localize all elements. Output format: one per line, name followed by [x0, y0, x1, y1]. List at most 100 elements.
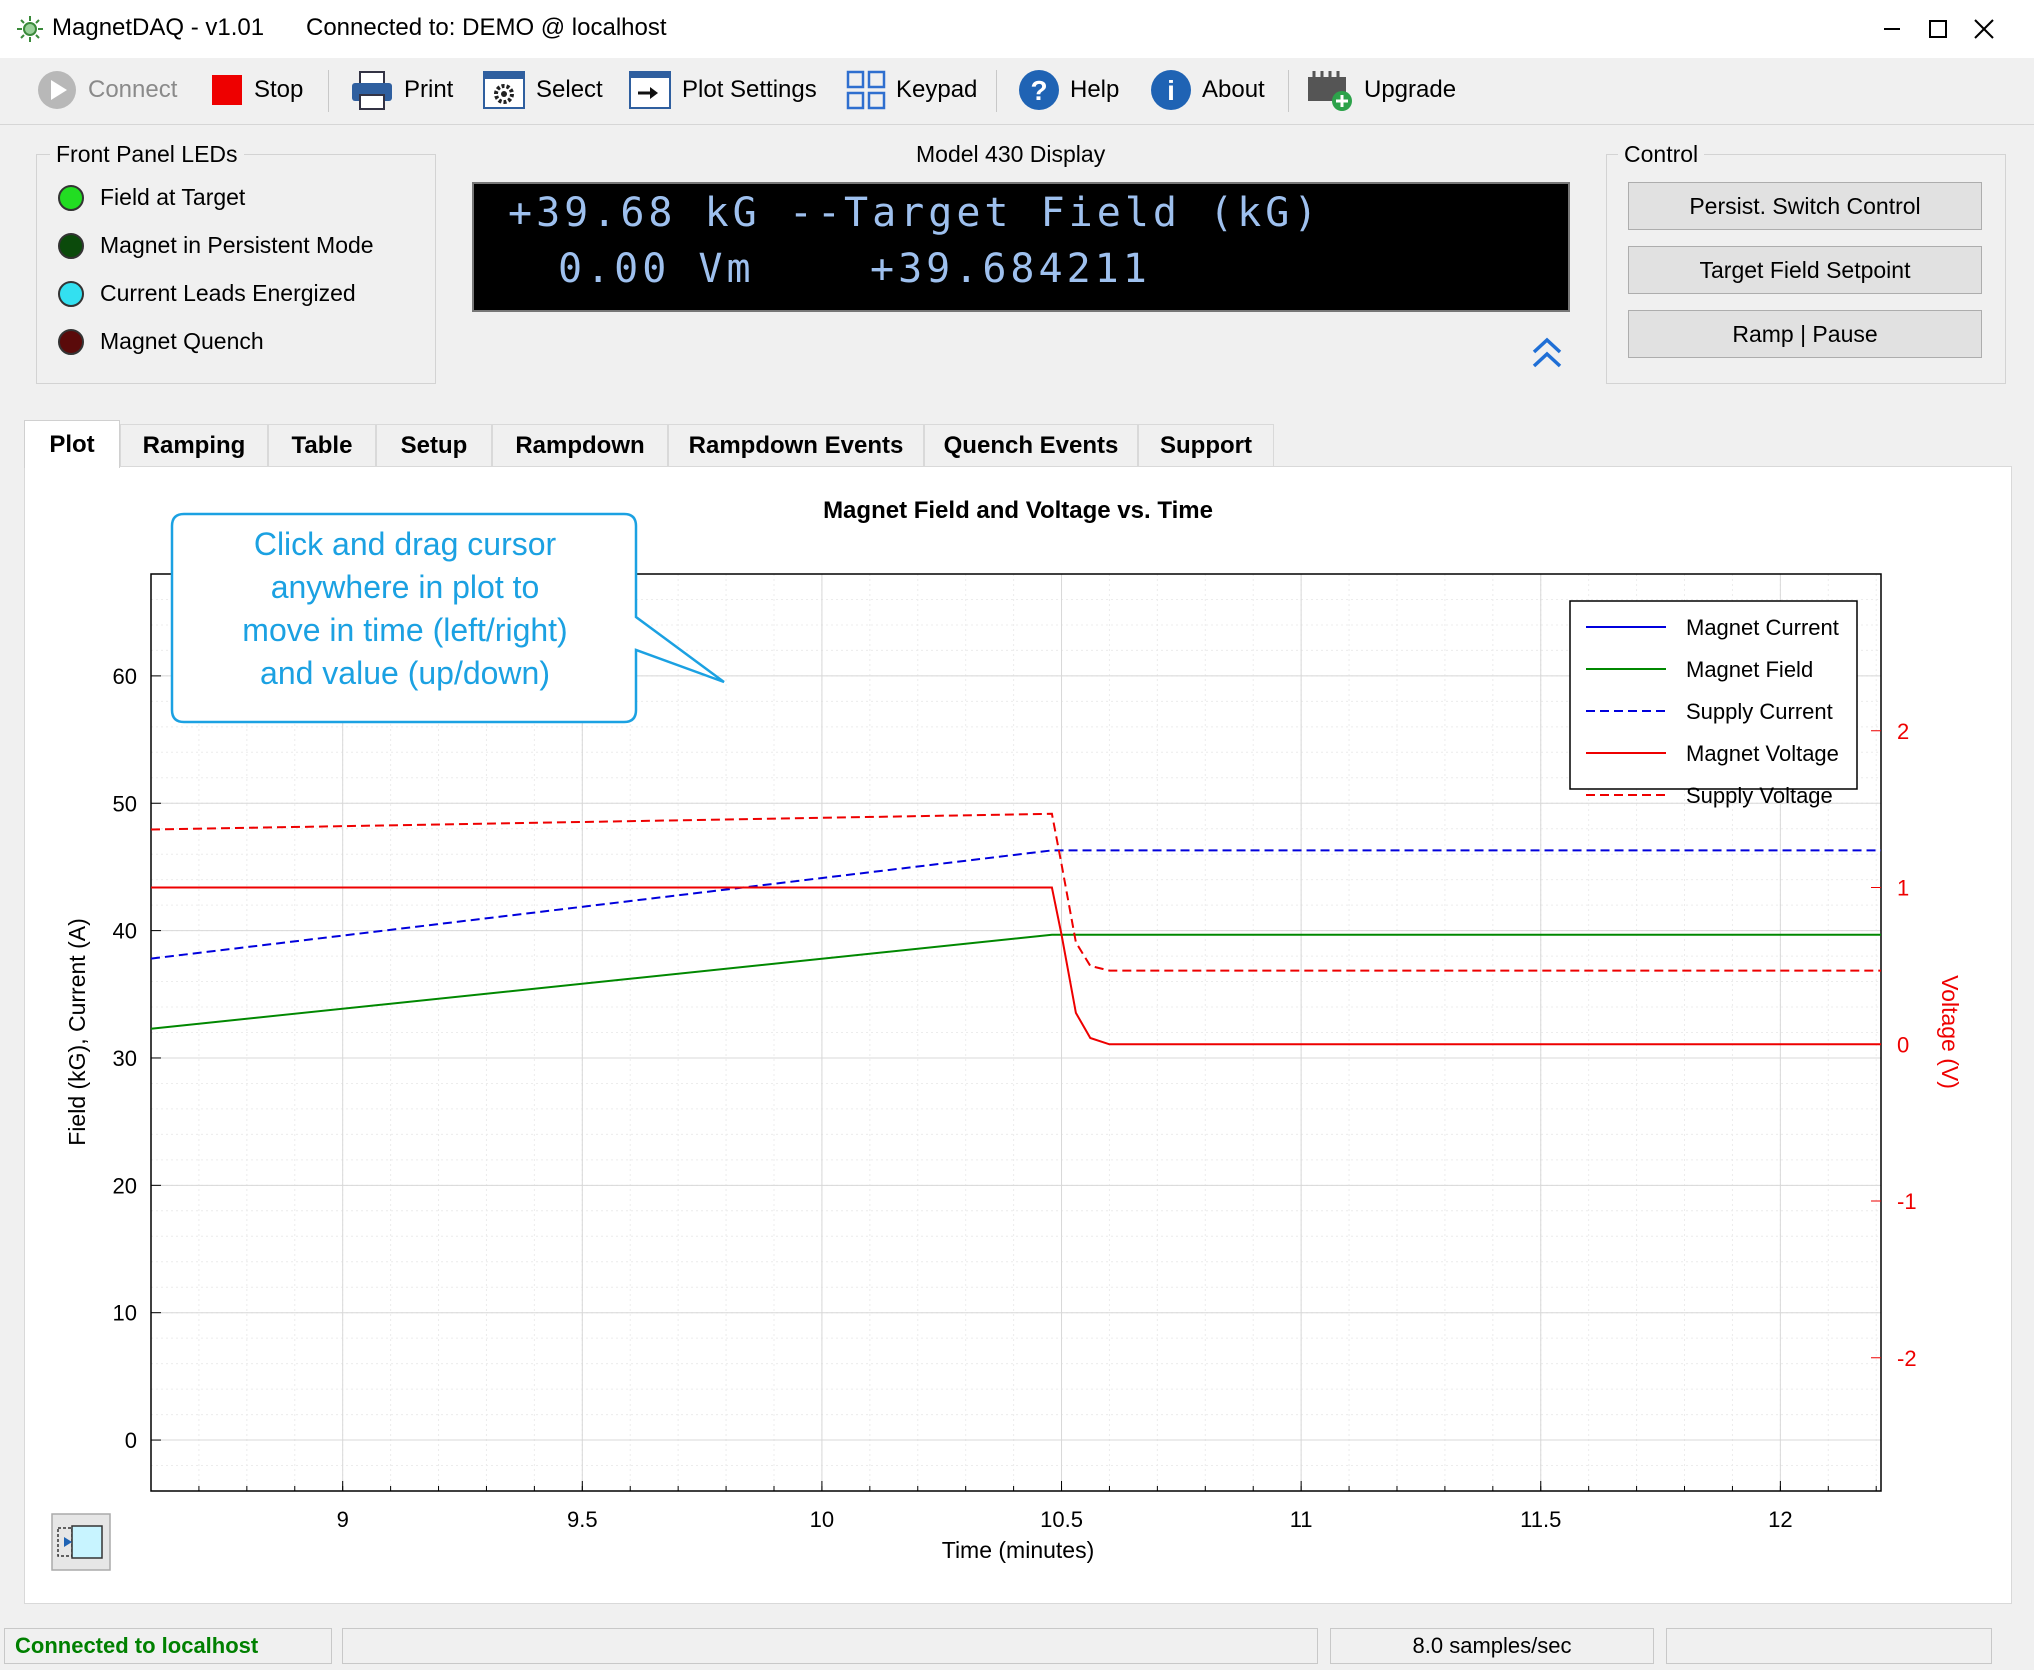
- stop-icon: [212, 75, 242, 105]
- keypad-label: Keypad: [896, 76, 978, 103]
- connect-button[interactable]: Connect: [36, 68, 177, 112]
- window-arrow-icon: [629, 71, 671, 109]
- x-tick-label: 9: [337, 1507, 349, 1532]
- help-label: Help: [1070, 76, 1120, 103]
- keypad-button[interactable]: Keypad: [846, 68, 977, 112]
- led-indicator: [58, 280, 84, 307]
- persist-switch-control-button[interactable]: Persist. Switch Control: [1628, 182, 1982, 230]
- connect-label: Connect: [88, 76, 178, 103]
- callout-line-1: Click and drag cursor: [254, 526, 557, 562]
- select-button[interactable]: Select: [482, 68, 603, 112]
- led-row: Current Leads Energized: [58, 280, 356, 307]
- connection-title: Connected to: DEMO @ localhost: [306, 14, 667, 41]
- cursor-toggle-button[interactable]: [51, 1513, 111, 1571]
- select-label: Select: [536, 76, 603, 103]
- y2-tick-label: 2: [1897, 719, 1909, 744]
- stop-label: Stop: [254, 76, 304, 103]
- x-tick-label: 9.5: [567, 1507, 598, 1532]
- front-panel-title: Front Panel LEDs: [50, 141, 244, 168]
- control-title: Control: [1618, 141, 1705, 168]
- x-tick-label: 11: [1290, 1507, 1313, 1532]
- tab-quench-events[interactable]: Quench Events: [924, 424, 1138, 466]
- led-row: Field at Target: [58, 184, 245, 211]
- tab-table[interactable]: Table: [268, 424, 376, 466]
- y-tick-label: 0: [125, 1428, 137, 1453]
- printer-icon: [352, 71, 392, 110]
- toolbar-separator: [1288, 70, 1289, 112]
- info-icon: i: [1151, 70, 1191, 110]
- series-line-magnet-voltage: [151, 886, 1881, 1046]
- settings-window-icon: [483, 71, 525, 109]
- help-button[interactable]: ? Help: [1018, 68, 1119, 112]
- upgrade-button[interactable]: Upgrade: [1306, 68, 1456, 112]
- play-icon: [38, 71, 76, 109]
- x-tick-label: 10: [810, 1507, 834, 1532]
- y-tick-label: 60: [113, 664, 137, 689]
- app-logo-icon: [17, 16, 43, 42]
- legend-label: Magnet Current: [1686, 615, 1839, 640]
- y-tick-label: 20: [113, 1173, 137, 1198]
- stop-button[interactable]: Stop: [210, 68, 303, 112]
- series-line-supply-current: [150, 849, 1881, 960]
- chart-title: Magnet Field and Voltage vs. Time: [823, 497, 1213, 524]
- keypad-grid-icon: [846, 70, 886, 110]
- callout-line-4: and value (up/down): [260, 655, 550, 691]
- toolbar-separator: [328, 70, 329, 112]
- svg-text:?: ?: [1030, 75, 1047, 106]
- y2-tick-label: 1: [1897, 876, 1909, 901]
- close-button[interactable]: [1938, 0, 2030, 58]
- y-axis-label: Field (kG), Current (A): [64, 918, 90, 1145]
- plot-settings-label: Plot Settings: [682, 76, 817, 103]
- tab-setup[interactable]: Setup: [376, 424, 492, 466]
- tab-rampdown-events[interactable]: Rampdown Events: [668, 424, 924, 466]
- y2-axis-label: Voltage (V): [1937, 975, 1963, 1089]
- display-line2-left: 0.00 Vm: [558, 246, 755, 292]
- tab-rampdown[interactable]: Rampdown: [492, 424, 668, 466]
- x-axis-label: Time (minutes): [942, 1537, 1095, 1563]
- led-label: Magnet Quench: [100, 328, 264, 354]
- display-line2-right: +39.684211: [870, 246, 1151, 292]
- about-button[interactable]: i About: [1150, 68, 1265, 112]
- status-sample-rate: 8.0 samples/sec: [1330, 1628, 1654, 1664]
- y-tick-label: 50: [113, 791, 137, 816]
- y2-tick-label: 0: [1897, 1032, 1909, 1057]
- y-tick-label: 40: [113, 919, 137, 944]
- y2-tick-label: -1: [1897, 1189, 1917, 1214]
- field-voltage-chart[interactable]: Magnet Field and Voltage vs. Time 9 9.5 10…: [24, 467, 2010, 1603]
- led-indicator: [58, 232, 84, 259]
- legend-label: Magnet Voltage: [1686, 741, 1839, 766]
- y2-tick-label: -2: [1897, 1346, 1917, 1371]
- display-line1-left: +39.68 kG --: [508, 190, 845, 236]
- led-indicator: [58, 328, 84, 355]
- tab-support[interactable]: Support: [1138, 424, 1274, 466]
- led-indicator: [58, 184, 84, 211]
- callout-line-3: move in time (left/right): [242, 612, 567, 648]
- target-field-setpoint-button[interactable]: Target Field Setpoint: [1628, 246, 1982, 294]
- status-panel-empty: [1666, 1628, 1992, 1664]
- led-row: Magnet in Persistent Mode: [58, 232, 374, 259]
- status-connection: Connected to localhost: [4, 1628, 332, 1664]
- x-tick-label: 12: [1768, 1507, 1792, 1532]
- model-430-display: +39.68 kG -- Target Field (kG) 0.00 Vm +…: [472, 182, 1570, 312]
- help-icon: ?: [1019, 70, 1059, 110]
- plot-settings-button[interactable]: Plot Settings: [628, 68, 817, 112]
- tab-plot[interactable]: Plot: [24, 420, 120, 468]
- led-label: Magnet in Persistent Mode: [100, 232, 374, 258]
- tab-ramping[interactable]: Ramping: [120, 424, 268, 466]
- legend-label: Supply Voltage: [1686, 783, 1833, 808]
- ramp-pause-button[interactable]: Ramp | Pause: [1628, 310, 1982, 358]
- print-label: Print: [404, 76, 454, 103]
- close-icon: [1974, 19, 1994, 39]
- print-button[interactable]: Print: [350, 68, 453, 112]
- callout-tooltip: Click and drag cursor anywhere in plot t…: [170, 512, 725, 724]
- led-row: Magnet Quench: [58, 328, 264, 355]
- chart-legend: Magnet Current Magnet Field Supply Current…: [1569, 600, 1858, 808]
- x-tick-label: 11.5: [1520, 1507, 1561, 1532]
- series-group: [150, 812, 1881, 1046]
- x-tick-label: 10.5: [1040, 1507, 1083, 1532]
- status-panel-empty: [342, 1628, 1318, 1664]
- app-title: MagnetDAQ - v1.01: [52, 14, 265, 41]
- led-label: Current Leads Energized: [100, 280, 356, 306]
- collapse-chevron-icon[interactable]: [1530, 334, 1564, 372]
- display-line1-right: Target Field (kG): [844, 190, 1322, 236]
